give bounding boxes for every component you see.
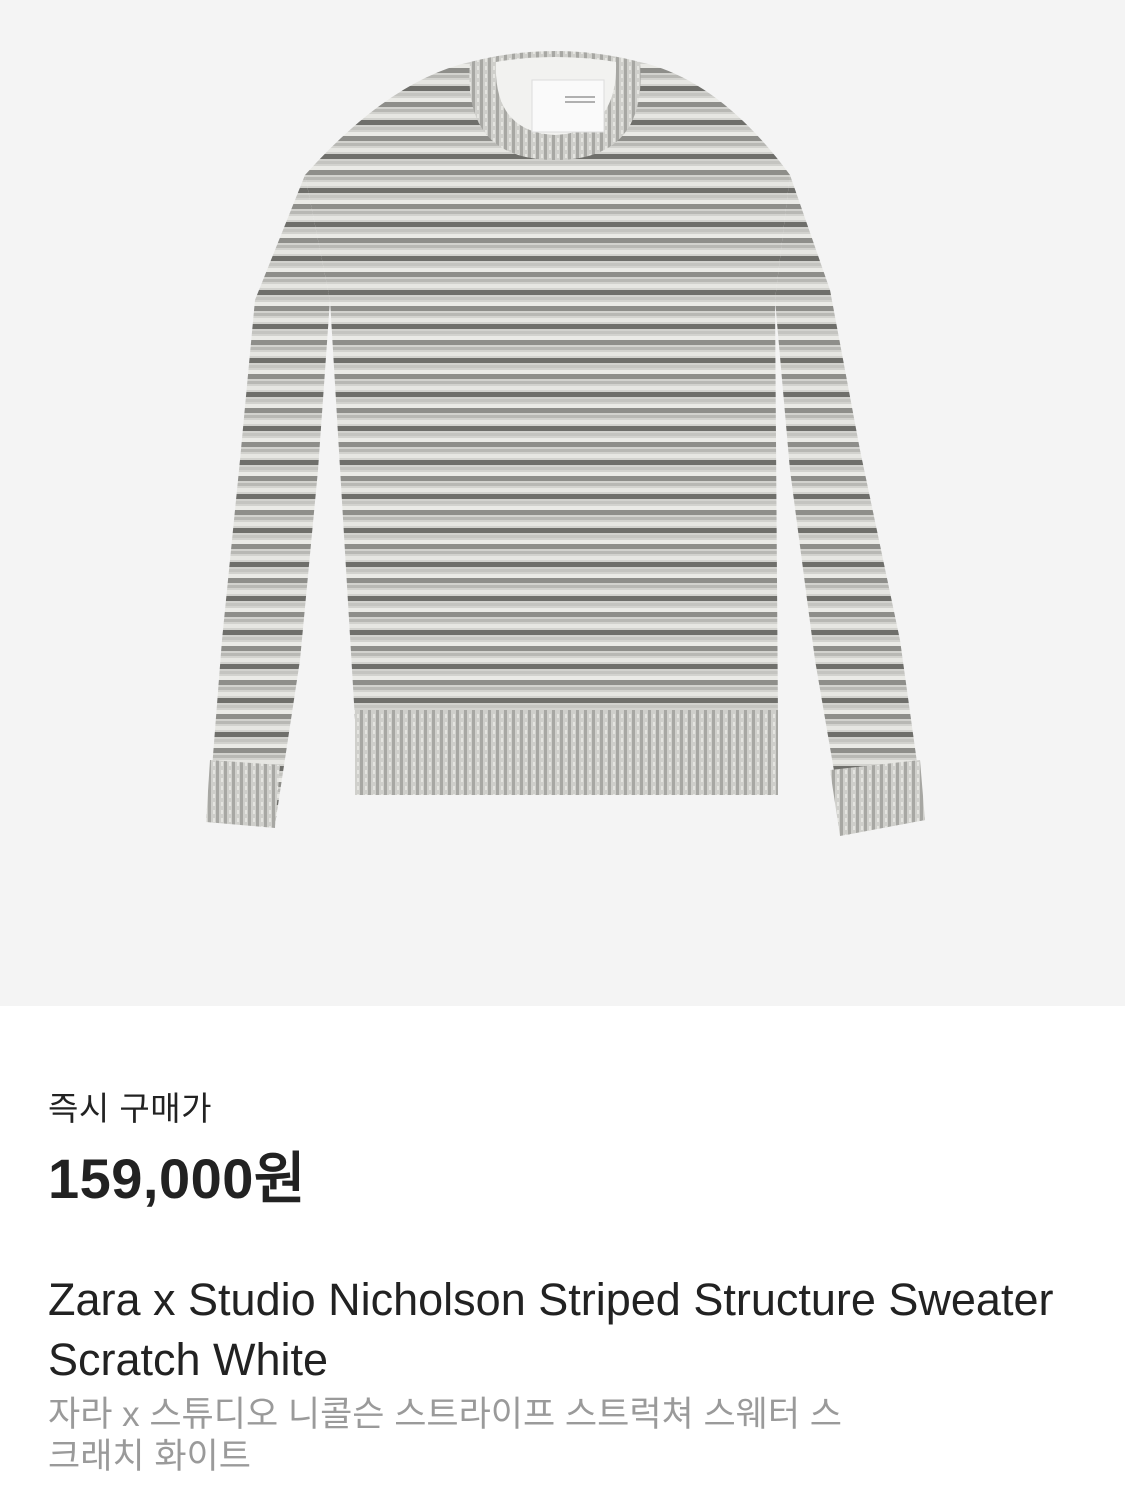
price-label: 즉시 구매가 bbox=[48, 1090, 212, 1127]
sweater-image-icon bbox=[206, 51, 925, 836]
product-name-ko: 자라 x 스튜디오 니콜슨 스트라이프 스트럭쳐 스웨터 스크래치 화이트 bbox=[48, 1395, 842, 1476]
product-name-en[interactable]: Zara x Studio Nicholson Striped Structur… bbox=[48, 1270, 1088, 1390]
product-price: 159,000원 bbox=[48, 1147, 306, 1210]
product-image[interactable] bbox=[0, 0, 1125, 1006]
